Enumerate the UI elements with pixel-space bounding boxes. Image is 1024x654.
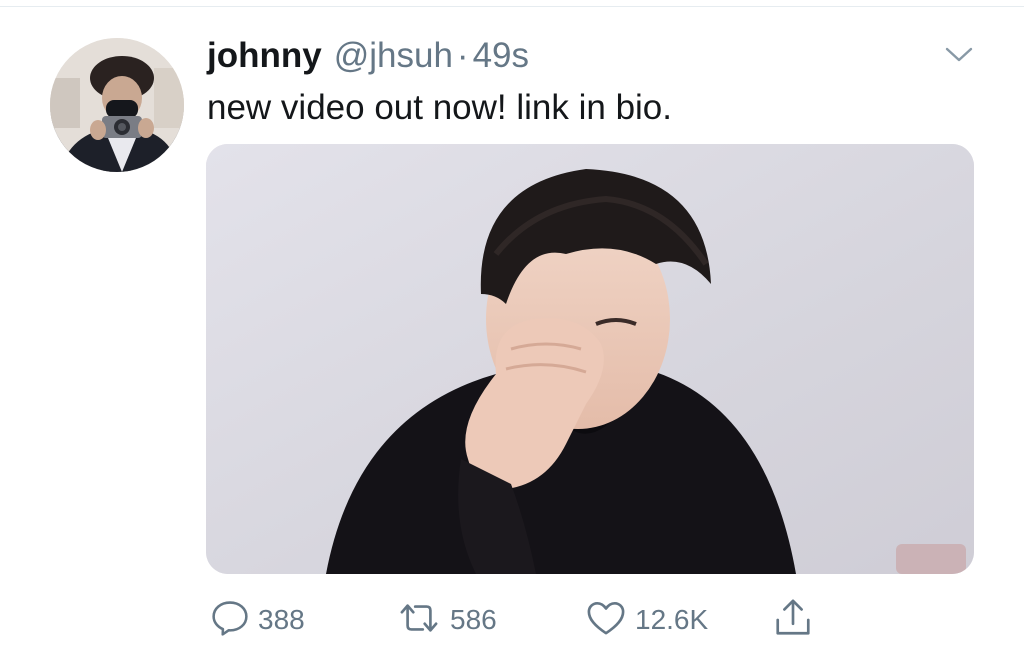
tweet[interactable]: johnny @jhsuh · 49s new video out now! l… xyxy=(0,0,1024,654)
tweet-header: johnny @jhsuh · 49s xyxy=(207,34,529,78)
tweet-actions: 388 586 12.6K xyxy=(0,596,1024,646)
separator-dot: · xyxy=(456,36,469,75)
handle[interactable]: @jhsuh xyxy=(334,34,453,78)
retweet-count: 586 xyxy=(450,604,497,635)
share-button[interactable] xyxy=(772,596,814,644)
tweet-text: new video out now! link in bio. xyxy=(207,88,672,127)
retweet-icon xyxy=(396,599,442,642)
like-button[interactable]: 12.6K xyxy=(585,596,708,644)
media-image[interactable] xyxy=(206,144,974,574)
reply-icon xyxy=(210,598,250,643)
display-name[interactable]: johnny xyxy=(207,34,322,78)
retweet-button[interactable]: 586 xyxy=(396,596,497,644)
reply-button[interactable]: 388 xyxy=(210,596,305,644)
avatar-image xyxy=(50,38,184,172)
avatar[interactable] xyxy=(50,38,184,172)
like-count: 12.6K xyxy=(635,604,709,635)
reply-count: 388 xyxy=(258,604,305,635)
like-icon xyxy=(585,599,627,642)
caret-down-icon[interactable] xyxy=(944,44,974,64)
share-icon xyxy=(772,597,814,644)
timestamp[interactable]: 49s xyxy=(473,34,529,78)
